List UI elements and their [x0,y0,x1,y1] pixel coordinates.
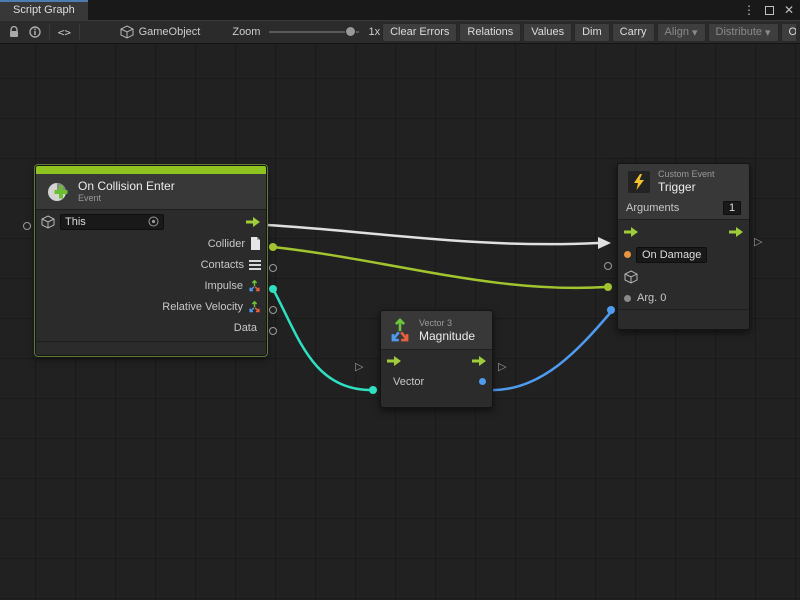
values-toggle[interactable]: Values [523,23,572,42]
info-icon [29,26,41,38]
input-label-vector: Vector [393,376,424,388]
port-label-impulse: Impulse [204,280,243,292]
port-this-input[interactable] [23,222,31,230]
port-contacts-output[interactable] [269,264,277,272]
graph-toolbar: <> GameObject Zoom 1x Clear Errors Relat… [0,20,800,44]
lightning-icon [628,171,650,193]
arguments-label: Arguments [626,202,679,214]
relations-toggle[interactable]: Relations [459,23,521,42]
edit-source-button[interactable]: <> [54,23,75,41]
node-on-collision-enter[interactable]: On Collision Enter Event This Collider [35,165,267,356]
event-name-input[interactable]: On Damage [636,247,707,263]
node-vector3-magnitude[interactable]: Vector 3 Magnitude Vector [380,310,493,408]
node-footer [618,309,749,319]
result-out-port-icon[interactable] [479,378,486,385]
graph-target-group: GameObject [120,25,201,39]
zoom-group: Zoom 1x [232,23,380,41]
chevron-down-icon: ▾ [765,26,771,39]
maximize-icon[interactable] [765,6,774,15]
arg0-label: Arg. 0 [637,292,666,304]
node-subtitle: Event [78,193,175,204]
vector3-icon [248,279,261,292]
vector3-icon [248,300,261,313]
target-dropdown[interactable]: This [60,214,164,230]
port-data-output[interactable] [269,327,277,335]
zoom-value: 1x [368,26,380,38]
flow-in-port-icon[interactable] [386,355,402,367]
align-dropdown[interactable]: Align ▾ [657,23,706,42]
arguments-count-input[interactable]: 1 [723,201,741,215]
close-icon[interactable]: ✕ [784,3,794,17]
port-event-name-input[interactable] [604,262,612,270]
distribute-label: Distribute [716,26,762,38]
port-label-contacts: Contacts [201,259,244,271]
port-collider-output[interactable] [269,243,277,251]
toolbar-separator [49,24,50,40]
port-target-input[interactable] [604,283,612,291]
node-trigger-custom-event[interactable]: Custom Event Trigger Arguments 1 On Dama… [617,163,750,330]
zoom-slider[interactable] [269,23,359,41]
object-picker-icon[interactable] [148,216,159,227]
overview-button[interactable]: Overv [781,23,796,42]
dim-toggle[interactable]: Dim [574,23,610,42]
tab-script-graph[interactable]: Script Graph [0,0,88,20]
target-value: This [65,216,144,228]
event-accent-bar [36,166,266,174]
lock-button[interactable] [4,23,25,41]
port-arg0-input[interactable] [607,306,615,314]
event-name-port-icon[interactable] [624,251,631,258]
document-icon [250,237,261,250]
node-category: Custom Event [658,169,715,180]
flow-out-port-icon[interactable] [471,355,487,367]
unconnected-flow-in-icon[interactable]: ▷ [355,362,363,373]
flow-in-port-icon[interactable] [623,226,639,238]
toolbar-separator [79,24,80,40]
zoom-label: Zoom [232,26,260,38]
unconnected-flow-out-icon[interactable]: ▷ [498,362,506,373]
tab-bar: Script Graph ⋮ ✕ [0,0,800,20]
node-footer [36,341,266,351]
inspect-button[interactable] [25,23,46,41]
clear-errors-button[interactable]: Clear Errors [382,23,457,42]
event-icon [46,180,70,204]
node-title: Magnitude [419,329,475,343]
target-cube-icon[interactable] [624,270,638,284]
menu-icon[interactable]: ⋮ [743,3,755,17]
carry-toggle[interactable]: Carry [612,23,655,42]
gameobject-cube-icon [120,25,134,39]
node-title: On Collision Enter [78,179,175,193]
lock-icon [9,26,19,38]
unity-script-graph-window: Script Graph ⋮ ✕ <> [0,0,800,600]
flow-out-port-icon[interactable] [728,226,744,238]
port-relative-velocity-output[interactable] [269,306,277,314]
port-impulse-output[interactable] [269,285,277,293]
distribute-dropdown[interactable]: Distribute ▾ [708,23,779,42]
list-icon [249,260,261,270]
node-category: Vector 3 [419,318,475,329]
vector3-icon [389,317,411,343]
flow-out-port-icon[interactable] [245,216,261,228]
port-label-collider: Collider [208,238,245,250]
unconnected-flow-out-icon[interactable]: ▷ [754,237,762,248]
align-label: Align [665,26,689,38]
port-label-relative-velocity: Relative Velocity [162,301,243,313]
port-label-data: Data [234,322,257,334]
graph-target-label: GameObject [139,26,201,38]
code-icon: <> [58,26,71,39]
chevron-down-icon: ▾ [692,26,698,39]
gameobject-cube-icon [41,215,55,229]
zoom-slider-thumb[interactable] [345,26,356,37]
node-title: Trigger [658,180,715,194]
arg0-port-icon[interactable] [624,295,631,302]
port-vector-input[interactable] [369,386,377,394]
